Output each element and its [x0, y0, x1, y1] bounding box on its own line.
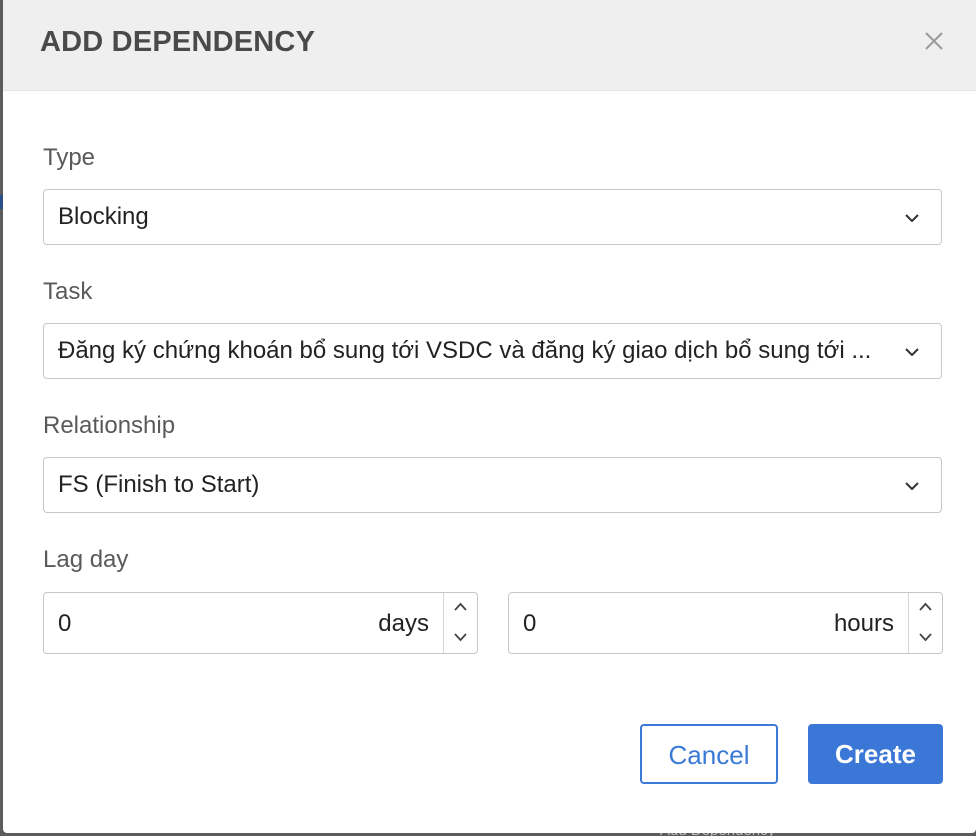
hours-increment-button[interactable] [909, 593, 942, 623]
hours-stepper [908, 593, 942, 653]
cancel-button[interactable]: Cancel [640, 724, 778, 784]
relationship-label: Relationship [43, 412, 176, 439]
task-select[interactable]: Đăng ký chứng khoán bổ sung tới VSDC và … [43, 323, 942, 379]
chevron-down-icon [454, 633, 467, 642]
chevron-down-icon [919, 633, 932, 642]
relationship-select-value: FS (Finish to Start) [58, 471, 260, 498]
type-select[interactable]: Blocking [43, 189, 942, 245]
dialog-header: ADD DEPENDENCY [3, 0, 976, 91]
days-decrement-button[interactable] [444, 623, 477, 653]
hours-decrement-button[interactable] [909, 623, 942, 653]
days-stepper [443, 593, 477, 653]
relationship-select[interactable]: FS (Finish to Start) [43, 457, 942, 513]
task-label: Task [43, 278, 93, 305]
days-input[interactable]: 0 days [43, 592, 478, 654]
hours-input[interactable]: 0 hours [508, 592, 943, 654]
dialog-title: ADD DEPENDENCY [40, 26, 316, 58]
lag-day-label: Lag day [43, 546, 129, 573]
hours-unit-label: hours [833, 610, 894, 637]
close-button[interactable] [919, 26, 949, 56]
days-value: 0 [58, 610, 72, 637]
chevron-up-icon [454, 602, 467, 611]
task-select-value: Đăng ký chứng khoán bổ sung tới VSDC và … [58, 337, 872, 364]
chevron-up-icon [919, 602, 932, 611]
add-dependency-dialog: ADD DEPENDENCY Type Blocking Task Đăng k… [3, 0, 976, 833]
chevron-down-icon [903, 210, 921, 226]
close-icon [925, 32, 943, 50]
days-unit-label: days [378, 610, 429, 637]
type-label: Type [43, 144, 96, 171]
hours-value: 0 [523, 610, 537, 637]
chevron-down-icon [903, 478, 921, 494]
create-button[interactable]: Create [808, 724, 943, 784]
type-select-value: Blocking [58, 203, 149, 230]
days-increment-button[interactable] [444, 593, 477, 623]
chevron-down-icon [903, 344, 921, 360]
